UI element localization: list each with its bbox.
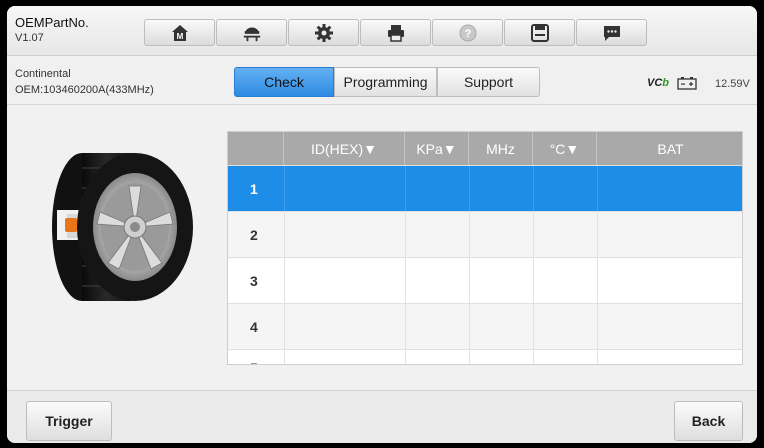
column-header-mhz: MHz (469, 132, 533, 165)
trigger-button[interactable]: Trigger (26, 401, 112, 441)
save-icon (530, 23, 549, 42)
settings-button[interactable] (288, 19, 359, 46)
table-row[interactable]: 4 (228, 303, 742, 350)
car-lift-icon (243, 27, 260, 41)
app-window: OEMPartNo. V1.07 M ? Continental OEM:103… (7, 6, 757, 443)
gear-icon (314, 23, 333, 42)
message-button[interactable] (576, 19, 647, 46)
message-icon (603, 25, 620, 41)
help-button[interactable]: ? (432, 19, 503, 46)
save-button[interactable] (504, 19, 575, 46)
table-header: ID(HEX)▼ KPa▼ MHz °C▼ BAT (228, 132, 742, 165)
vci-status: VCb (647, 77, 669, 89)
bottom-bar: Trigger Back (7, 390, 757, 443)
app-version: V1.07 (15, 32, 44, 44)
battery-voltage: 12.59V (715, 78, 750, 90)
print-button[interactable] (360, 19, 431, 46)
car-lift-button[interactable] (216, 19, 287, 46)
vci-suffix: b (662, 77, 670, 89)
column-header-kpa[interactable]: KPa▼ (405, 132, 469, 165)
help-icon: ? (459, 24, 476, 41)
vehicle-brand: Continental (15, 68, 71, 80)
column-header-temp[interactable]: °C▼ (533, 132, 597, 165)
top-toolbar: OEMPartNo. V1.07 M ? (7, 6, 757, 56)
table-row[interactable]: 1 (228, 165, 742, 212)
sensor-table: ID(HEX)▼ KPa▼ MHz °C▼ BAT 1 2 3 4 (227, 131, 743, 365)
printer-icon (387, 24, 404, 42)
battery-icon (677, 77, 697, 90)
app-title: OEMPartNo. (15, 15, 89, 30)
home-button[interactable]: M (144, 19, 215, 46)
table-row[interactable]: 5 (228, 349, 742, 364)
row-number: 3 (250, 273, 258, 289)
tire-image (52, 153, 193, 301)
main-panel: ID(HEX)▼ KPa▼ MHz °C▼ BAT 1 2 3 4 (7, 106, 757, 389)
tab-programming[interactable]: Programming (334, 67, 437, 97)
svg-text:M: M (176, 32, 183, 41)
column-header-index (228, 132, 284, 165)
column-header-id[interactable]: ID(HEX)▼ (284, 132, 405, 165)
back-button[interactable]: Back (674, 401, 743, 441)
column-header-bat: BAT (657, 140, 684, 157)
row-number: 2 (250, 227, 258, 243)
tab-support[interactable]: Support (437, 67, 540, 97)
table-row[interactable]: 3 (228, 257, 742, 304)
row-number: 1 (250, 181, 258, 197)
table-row[interactable]: 2 (228, 211, 742, 258)
svg-text:?: ? (464, 28, 471, 40)
row-number: 4 (250, 319, 258, 335)
vehicle-oem: OEM:103460200A(433MHz) (15, 84, 154, 96)
vci-prefix: VC (647, 77, 663, 89)
row-number: 5 (228, 350, 284, 364)
vehicle-bar: Continental OEM:103460200A(433MHz) Check… (7, 57, 757, 105)
tab-check[interactable]: Check (234, 67, 334, 97)
home-icon: M (171, 24, 188, 41)
